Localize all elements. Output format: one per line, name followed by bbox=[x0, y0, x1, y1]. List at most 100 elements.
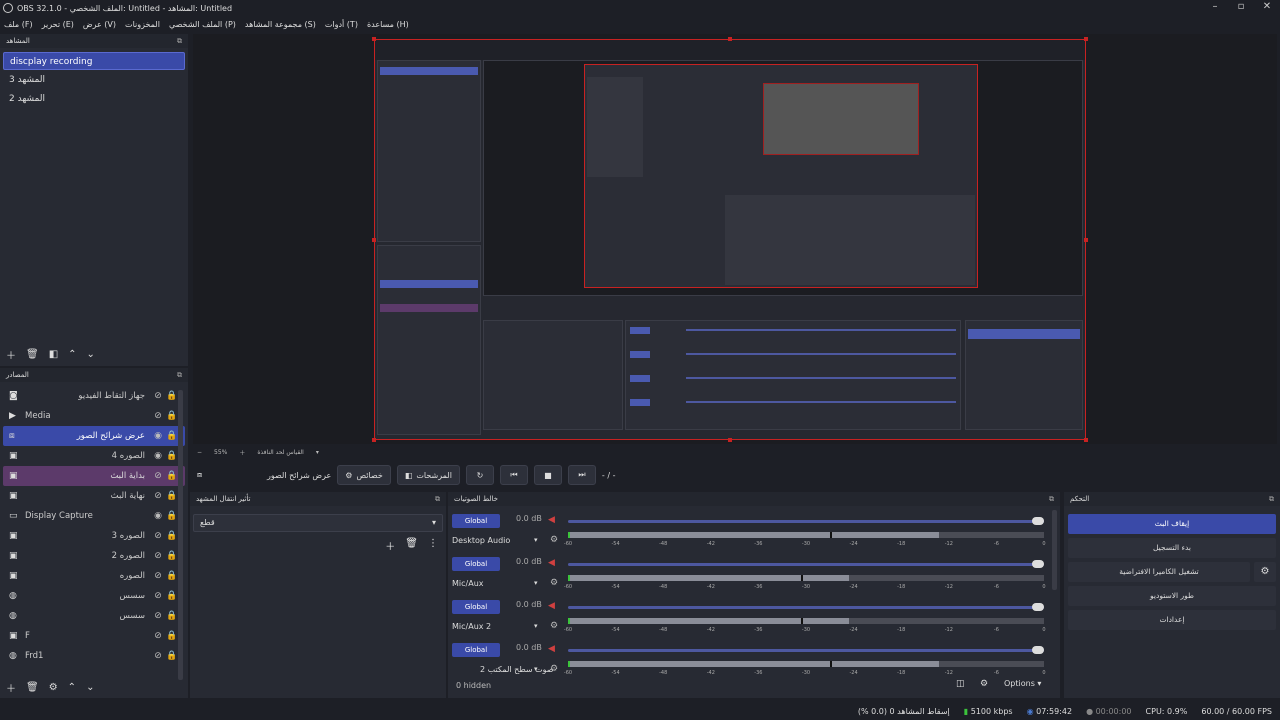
eye-off-icon[interactable]: ⊘ bbox=[151, 651, 165, 661]
eye-off-icon[interactable]: ⊘ bbox=[151, 411, 165, 421]
sources-scrollbar[interactable] bbox=[178, 390, 183, 680]
source-item[interactable]: ▣ الصوره 2 ⊘ 🔒 bbox=[3, 546, 185, 566]
resize-handle[interactable] bbox=[372, 37, 376, 41]
mute-icon[interactable]: ◀ bbox=[548, 644, 555, 654]
preview-canvas[interactable] bbox=[374, 39, 1086, 440]
undock-icon[interactable]: ⧉ bbox=[1049, 495, 1054, 504]
menu-tools[interactable]: أدوات (T) bbox=[325, 20, 358, 29]
source-item[interactable]: ◍ سسس ⊘ 🔒 bbox=[3, 586, 185, 606]
move-down-icon[interactable]: ⌄ bbox=[86, 682, 94, 693]
volume-slider[interactable] bbox=[568, 520, 1044, 523]
global-button[interactable]: Global bbox=[452, 600, 500, 614]
menu-docks[interactable]: المخزونات bbox=[125, 20, 160, 29]
mixer-settings-icon[interactable]: ⚙ bbox=[980, 679, 988, 689]
resize-handle[interactable] bbox=[1084, 37, 1088, 41]
volume-knob[interactable] bbox=[1032, 560, 1044, 568]
lock-icon[interactable]: 🔒 bbox=[165, 391, 179, 401]
volume-knob[interactable] bbox=[1032, 517, 1044, 525]
menu-file[interactable]: ملف (F) bbox=[4, 20, 33, 29]
global-button[interactable]: Global bbox=[452, 557, 500, 571]
chevron-down-icon[interactable]: ▾ bbox=[316, 449, 319, 456]
lock-icon[interactable]: 🔒 bbox=[165, 471, 179, 481]
menu-profile[interactable]: الملف الشخصي (P) bbox=[169, 20, 236, 29]
resize-handle[interactable] bbox=[728, 438, 732, 442]
mute-icon[interactable]: ◀ bbox=[548, 558, 555, 568]
audio-settings-icon[interactable]: ⚙ bbox=[550, 664, 558, 674]
source-item[interactable]: ◍ Frd1 ⊘ 🔒 bbox=[3, 646, 185, 666]
zoom-out-icon[interactable]: − bbox=[197, 449, 202, 456]
add-source-icon[interactable]: ＋ bbox=[6, 680, 16, 695]
undock-icon[interactable]: ⧉ bbox=[1269, 495, 1274, 504]
menu-scene-collection[interactable]: مجموعة المشاهد (S) bbox=[245, 20, 316, 29]
lock-icon[interactable]: 🔒 bbox=[165, 411, 179, 421]
chevron-down-icon[interactable]: ▾ bbox=[534, 622, 538, 630]
resize-handle[interactable] bbox=[372, 438, 376, 442]
lock-icon[interactable]: 🔒 bbox=[165, 551, 179, 561]
eye-off-icon[interactable]: ⊘ bbox=[151, 531, 165, 541]
properties-button[interactable]: ⚙ خصائص bbox=[337, 465, 391, 485]
close-button[interactable]: ✕ bbox=[1254, 0, 1280, 14]
eye-off-icon[interactable]: ⊘ bbox=[151, 491, 165, 501]
audio-settings-icon[interactable]: ⚙ bbox=[550, 621, 558, 631]
eye-icon[interactable]: ◉ bbox=[151, 511, 165, 521]
remove-transition-icon[interactable]: 🗑 bbox=[405, 538, 418, 553]
menu-help[interactable]: مساعدة (H) bbox=[367, 20, 409, 29]
volume-knob[interactable] bbox=[1032, 646, 1044, 654]
source-item[interactable]: ▣ F ⊘ 🔒 bbox=[3, 626, 185, 646]
move-up-icon[interactable]: ⌃ bbox=[68, 349, 76, 360]
add-scene-icon[interactable]: ＋ bbox=[6, 347, 16, 362]
mute-icon[interactable]: ◀ bbox=[548, 515, 555, 525]
scene-item[interactable]: المشهد 2 bbox=[3, 90, 185, 108]
stop-button[interactable]: ■ bbox=[533, 465, 562, 485]
resize-handle[interactable] bbox=[1084, 238, 1088, 242]
volume-slider[interactable] bbox=[568, 563, 1044, 566]
source-item[interactable]: ▭ Display Capture ◉ 🔒 bbox=[3, 506, 185, 526]
maximize-button[interactable]: ▫ bbox=[1228, 0, 1254, 14]
start-virtual-camera-button[interactable]: تشغيل الكاميرا الافتراضية bbox=[1068, 562, 1250, 582]
minimize-button[interactable]: – bbox=[1202, 0, 1228, 14]
lock-icon[interactable]: 🔒 bbox=[165, 431, 179, 441]
chevron-down-icon[interactable]: ▾ bbox=[534, 665, 538, 673]
lock-icon[interactable]: 🔒 bbox=[165, 611, 179, 621]
lock-icon[interactable]: 🔒 bbox=[165, 631, 179, 641]
eye-off-icon[interactable]: ⊘ bbox=[151, 471, 165, 481]
remove-scene-icon[interactable]: 🗑 bbox=[26, 349, 39, 360]
source-item[interactable]: ▣ الصوره 4 ◉ 🔒 bbox=[3, 446, 185, 466]
source-item[interactable]: ⧈ عرض شرائح الصور ◉ 🔒 bbox=[3, 426, 185, 446]
stop-streaming-button[interactable]: إيقاف البث bbox=[1068, 514, 1276, 534]
options-button[interactable]: Options ▾ bbox=[1004, 679, 1041, 688]
lock-icon[interactable]: 🔒 bbox=[165, 651, 179, 661]
audio-settings-icon[interactable]: ⚙ bbox=[550, 535, 558, 545]
eye-off-icon[interactable]: ⊘ bbox=[151, 391, 165, 401]
resize-handle[interactable] bbox=[1084, 438, 1088, 442]
source-item[interactable]: ▣ الصوره 3 ⊘ 🔒 bbox=[3, 526, 185, 546]
eye-icon[interactable]: ◉ bbox=[151, 431, 165, 441]
lock-icon[interactable]: 🔒 bbox=[165, 511, 179, 521]
move-up-icon[interactable]: ⌃ bbox=[68, 682, 76, 693]
resize-handle[interactable] bbox=[728, 37, 732, 41]
chevron-down-icon[interactable]: ▾ bbox=[534, 579, 538, 587]
layout-icon[interactable]: ◫ bbox=[956, 679, 965, 689]
zoom-in-icon[interactable]: ＋ bbox=[239, 448, 245, 457]
volume-slider[interactable] bbox=[568, 649, 1044, 652]
eye-icon[interactable]: ◉ bbox=[151, 451, 165, 461]
settings-button[interactable]: إعدادات bbox=[1068, 610, 1276, 630]
undock-icon[interactable]: ⧉ bbox=[177, 37, 182, 46]
virtual-camera-settings-button[interactable]: ⚙ bbox=[1254, 562, 1276, 582]
source-properties-icon[interactable]: ⚙ bbox=[49, 682, 58, 693]
lock-icon[interactable]: 🔒 bbox=[165, 491, 179, 501]
chevron-down-icon[interactable]: ▾ bbox=[534, 536, 538, 544]
next-button[interactable]: ⏭ bbox=[567, 465, 596, 485]
restart-button[interactable]: ↻ bbox=[465, 465, 494, 485]
eye-off-icon[interactable]: ⊘ bbox=[151, 591, 165, 601]
lock-icon[interactable]: 🔒 bbox=[165, 531, 179, 541]
global-button[interactable]: Global bbox=[452, 514, 500, 528]
menu-view[interactable]: عرض (V) bbox=[83, 20, 116, 29]
move-down-icon[interactable]: ⌄ bbox=[87, 349, 95, 360]
volume-slider[interactable] bbox=[568, 606, 1044, 609]
start-recording-button[interactable]: بدء التسجيل bbox=[1068, 538, 1276, 558]
lock-icon[interactable]: 🔒 bbox=[165, 451, 179, 461]
source-item[interactable]: ▣ بداية البث ⊘ 🔒 bbox=[3, 466, 185, 486]
global-button[interactable]: Global bbox=[452, 643, 500, 657]
lock-icon[interactable]: 🔒 bbox=[165, 591, 179, 601]
